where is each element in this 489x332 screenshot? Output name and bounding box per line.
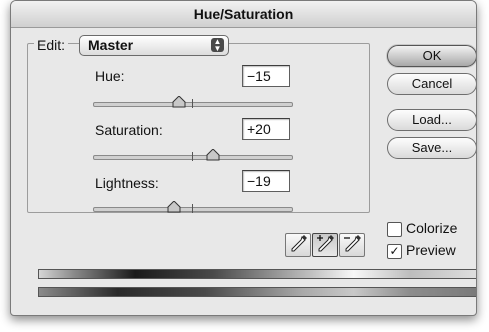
hue-saturation-dialog: Hue/Saturation Edit: Master ▲ ▼ Hue: −15 … (10, 0, 477, 316)
preview-label: Preview (406, 242, 456, 258)
lightness-slider-thumb[interactable] (167, 201, 181, 213)
saturation-center-tick (192, 152, 193, 161)
load-button[interactable]: Load... (387, 109, 476, 131)
dialog-title: Hue/Saturation (11, 1, 476, 28)
eyedropper-plus-icon (317, 235, 334, 252)
lightness-slider-track[interactable] (93, 207, 293, 212)
colorize-label: Colorize (406, 220, 458, 236)
hue-slider-track[interactable] (93, 102, 293, 107)
hue-slider-thumb[interactable] (172, 96, 186, 108)
lightness-label: Lightness: (95, 175, 159, 191)
input-color-ramp (38, 269, 476, 279)
save-button[interactable]: Save... (387, 137, 476, 159)
lightness-center-tick (192, 204, 193, 213)
hue-label: Hue: (95, 68, 125, 84)
hue-center-tick (192, 99, 193, 108)
hue-input[interactable]: −15 (242, 65, 290, 87)
eyedropper-add-button[interactable] (312, 233, 338, 257)
output-color-ramp (38, 287, 476, 297)
adjustment-group (27, 43, 370, 213)
eyedropper-button[interactable] (285, 233, 311, 257)
cancel-button[interactable]: Cancel (387, 73, 476, 95)
eyedropper-icon (291, 235, 307, 252)
eyedropper-subtract-button[interactable] (339, 233, 365, 257)
lightness-input[interactable]: −19 (242, 170, 290, 192)
saturation-slider-track[interactable] (93, 155, 293, 160)
colorize-checkbox[interactable] (387, 222, 402, 237)
ok-button[interactable]: OK (387, 45, 476, 67)
edit-channel-value: Master (88, 37, 134, 53)
preview-checkbox[interactable]: ✓ (387, 244, 402, 259)
edit-label: Edit: (34, 37, 69, 53)
saturation-label: Saturation: (95, 122, 163, 138)
saturation-input[interactable]: +20 (242, 118, 290, 140)
eyedropper-minus-icon (344, 235, 361, 252)
saturation-slider-thumb[interactable] (206, 149, 220, 161)
edit-channel-select[interactable]: Master ▲ ▼ (79, 35, 229, 56)
chevron-updown-icon: ▲ ▼ (211, 38, 224, 53)
checkmark-icon: ✓ (389, 244, 400, 258)
